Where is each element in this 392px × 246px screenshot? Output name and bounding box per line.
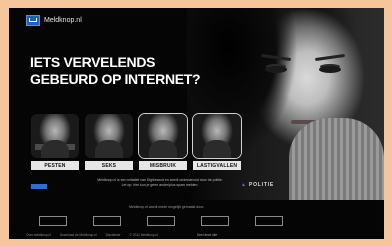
footer-link-about[interactable]: Over meldknop.nl [26, 233, 51, 237]
category-button-misbruik[interactable]: MISBRUIK [139, 161, 187, 170]
logo-text: Meldknop.nl [44, 17, 82, 24]
category-button-pesten[interactable]: PESTEN [31, 161, 79, 170]
category-button-lastigvallen[interactable]: LASTIGVALLEN [193, 161, 241, 170]
portrait-eye-left [265, 66, 287, 73]
info-text: Meldknop.nl is een initiatief van Digibe… [85, 178, 235, 188]
portrait-sweater [289, 118, 384, 200]
politie-logo[interactable]: ▲ POLITIE [241, 182, 274, 188]
partner-logo-5[interactable] [255, 216, 283, 226]
footer-share-link[interactable]: Deel deze site [197, 233, 217, 237]
portrait-eye-right [319, 66, 341, 73]
category-card-seks[interactable]: SEKS [85, 114, 133, 170]
partner-logos [39, 216, 283, 226]
footer-copyright: © 2012 Meldknop.nl [129, 233, 158, 237]
partner-logo-3[interactable] [147, 216, 175, 226]
category-thumb-lastigvallen[interactable] [193, 114, 241, 158]
site-logo[interactable]: Meldknop.nl [26, 15, 82, 26]
category-card-misbruik[interactable]: MISBRUIK [139, 114, 187, 170]
footer: Over meldknop.nl Download de Meldknop.nl… [26, 233, 217, 237]
headline-line-1: IETS VERVELENDS [30, 54, 156, 70]
category-cards: PESTEN SEKS MISBRUIK LASTIGVALLEN [31, 114, 241, 170]
logo-icon [26, 15, 40, 26]
category-thumb-seks[interactable] [85, 114, 133, 158]
partner-logo-1[interactable] [39, 216, 67, 226]
hero-headline: IETS VERVELENDS GEBEURD OP INTERNET? [30, 54, 201, 88]
site-frame: Meldknop.nl IETS VERVELENDS GEBEURD OP I… [9, 8, 384, 239]
footer-link-download[interactable]: Download de Meldknop.nl [60, 233, 97, 237]
partner-logo-2[interactable] [93, 216, 121, 226]
partners-note: Meldknop.nl wordt mede mogelijk gemaakt … [129, 205, 205, 209]
hero-portrait-image [187, 8, 384, 200]
category-button-seks[interactable]: SEKS [85, 161, 133, 170]
info-badge[interactable] [31, 184, 47, 189]
headline-line-2: GEBEURD OP INTERNET? [30, 71, 201, 87]
category-thumb-pesten[interactable] [31, 114, 79, 158]
category-card-lastigvallen[interactable]: LASTIGVALLEN [193, 114, 241, 170]
partner-logo-4[interactable] [201, 216, 229, 226]
portrait-brow-right [314, 53, 346, 62]
footer-link-disclaimer[interactable]: Disclaimer [106, 233, 121, 237]
category-thumb-misbruik[interactable] [139, 114, 187, 158]
category-card-pesten[interactable]: PESTEN [31, 114, 79, 170]
info-text-line-2: Let op: hier kun je geen ander/plus spam… [121, 183, 199, 187]
